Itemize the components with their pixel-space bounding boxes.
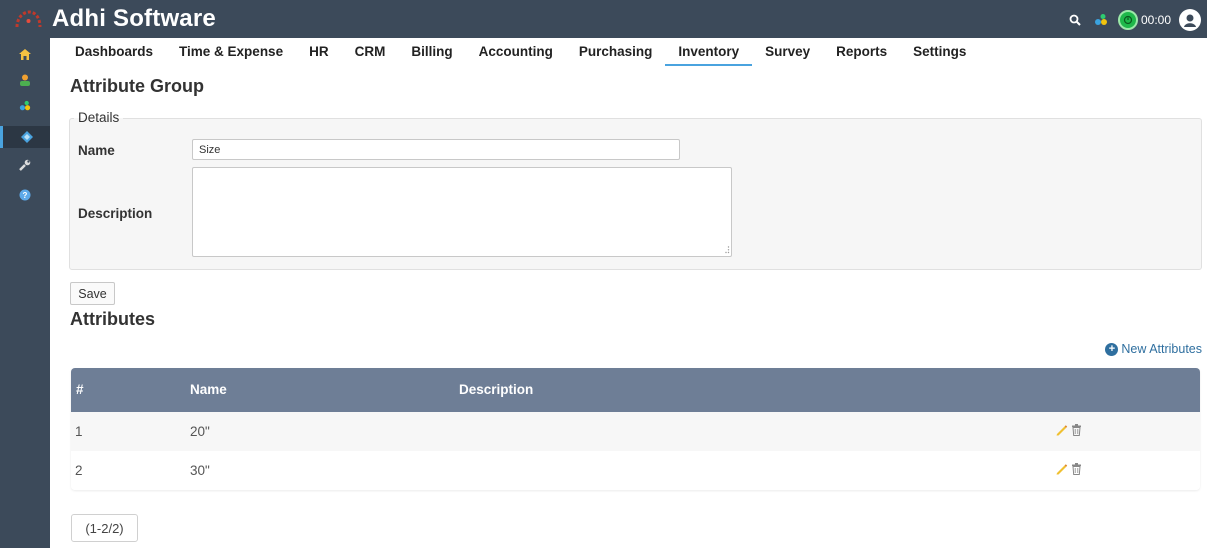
edit-pencil-icon[interactable] <box>1055 423 1068 436</box>
sidebar-item-modules[interactable] <box>0 95 50 117</box>
nav-billing[interactable]: Billing <box>398 38 465 64</box>
sidebar-item-contacts[interactable] <box>0 69 50 91</box>
row-number: 1 <box>75 424 83 439</box>
modules-icon <box>19 100 31 111</box>
nav-settings[interactable]: Settings <box>900 38 979 64</box>
new-attributes-link[interactable]: + New Attributes <box>1105 342 1202 356</box>
timer-value: 00:00 <box>1140 13 1171 27</box>
brand-logo-icon <box>15 10 42 28</box>
pagination-indicator[interactable]: (1-2/2) <box>71 514 138 542</box>
row-name: 20" <box>190 424 210 439</box>
help-icon: ? <box>19 189 31 201</box>
edit-pencil-icon[interactable] <box>1055 462 1068 475</box>
column-header-name[interactable]: Name <box>190 382 227 397</box>
name-label: Name <box>78 143 115 158</box>
top-right-toolbar: 00:00 <box>1066 8 1201 32</box>
timer-icon <box>1117 10 1138 30</box>
table-header: # Name Description <box>71 368 1200 412</box>
nav-purchasing[interactable]: Purchasing <box>566 38 666 64</box>
app-title: Adhi Software <box>52 5 216 32</box>
top-bar: Adhi Software 00:00 <box>0 0 1207 38</box>
home-icon <box>19 48 31 60</box>
row-actions <box>1055 462 1082 475</box>
attributes-table: # Name Description 1 20" 2 30" <box>71 368 1200 490</box>
timer[interactable]: 00:00 <box>1117 10 1171 30</box>
modules-icon[interactable] <box>1092 11 1110 29</box>
page-title: Attribute Group <box>70 76 204 96</box>
delete-trash-icon[interactable] <box>1071 462 1082 475</box>
row-name: 30" <box>190 463 210 478</box>
sidebar-item-settings[interactable] <box>0 154 50 176</box>
nav-inventory[interactable]: Inventory <box>665 38 753 66</box>
contacts-icon <box>20 74 30 86</box>
settings-wrench-icon <box>19 159 31 171</box>
nav-time-expense[interactable]: Time & Expense <box>166 38 296 64</box>
nav-accounting[interactable]: Accounting <box>466 38 566 64</box>
nav-dashboards[interactable]: Dashboards <box>62 38 166 64</box>
row-actions <box>1055 423 1082 436</box>
details-legend: Details <box>74 110 124 126</box>
inventory-icon <box>20 131 33 143</box>
column-header-description[interactable]: Description <box>459 382 533 397</box>
table-row[interactable]: 1 20" <box>71 412 1200 451</box>
attributes-title: Attributes <box>70 309 155 329</box>
nav-reports[interactable]: Reports <box>823 38 900 64</box>
nav-crm[interactable]: CRM <box>342 38 399 64</box>
resize-grip-icon[interactable] <box>721 245 730 254</box>
plus-circle-icon: + <box>1105 342 1119 356</box>
row-number: 2 <box>75 463 83 478</box>
search-icon[interactable] <box>1066 11 1084 29</box>
sidebar-item-inventory[interactable] <box>0 126 50 148</box>
nav-hr[interactable]: HR <box>296 38 342 64</box>
user-avatar-icon[interactable] <box>1179 9 1201 31</box>
save-button[interactable]: Save <box>70 282 115 305</box>
svg-text:?: ? <box>23 191 28 200</box>
delete-trash-icon[interactable] <box>1071 423 1082 436</box>
left-sidebar: ? <box>0 38 50 548</box>
sidebar-item-help[interactable]: ? <box>0 184 50 206</box>
description-field[interactable] <box>192 167 732 257</box>
description-label: Description <box>78 206 153 221</box>
name-field[interactable] <box>192 139 680 160</box>
nav-survey[interactable]: Survey <box>752 38 823 64</box>
main-nav: Dashboards Time & Expense HR CRM Billing… <box>62 38 979 68</box>
sidebar-item-home[interactable] <box>0 43 50 65</box>
column-header-number[interactable]: # <box>76 382 84 397</box>
table-row[interactable]: 2 30" <box>71 451 1200 490</box>
new-attributes-label: New Attributes <box>1121 342 1202 356</box>
